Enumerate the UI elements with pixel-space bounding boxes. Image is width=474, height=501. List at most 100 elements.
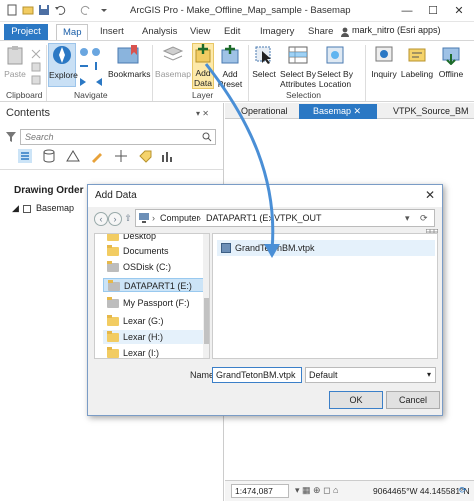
labeling-button[interactable]: Labeling [400, 45, 434, 79]
list-item[interactable]: Desktop [103, 234, 205, 243]
name-label: Name [190, 370, 215, 380]
customize-qat-icon[interactable] [98, 4, 110, 16]
close-tab-icon[interactable]: ✕ [354, 106, 362, 116]
list-item[interactable]: Documents [103, 244, 205, 258]
path-refresh-icon[interactable]: ⟳ [420, 213, 428, 224]
open-icon[interactable] [22, 4, 34, 16]
minimize-button[interactable]: — [394, 0, 420, 22]
list-item[interactable]: Lexar (H:) [103, 330, 205, 344]
tab-insert[interactable]: Insert [94, 24, 130, 40]
select-by-attributes-button[interactable]: Select By Attributes [279, 45, 317, 89]
type-filter-select[interactable]: Default ▾ [305, 367, 436, 383]
list-by-selection-icon[interactable] [66, 149, 80, 163]
folder-tree: Desktop Documents OSDisk (C:) DATAPART1 … [94, 233, 210, 359]
list-by-snapping-icon[interactable] [114, 149, 128, 163]
add-data-dialog: Add Data ✕ ‹ › ⇧ › Computer › DATAPART1 … [87, 184, 443, 416]
contents-search-input[interactable]: Search [20, 129, 216, 145]
list-item[interactable]: Lexar (G:) [103, 314, 205, 328]
folder-icon [107, 315, 119, 326]
select-by-location-button[interactable]: Select By Location [317, 45, 353, 89]
save-icon[interactable] [38, 4, 50, 16]
drive-icon [107, 297, 119, 308]
basemap-icon [162, 46, 184, 61]
tab-operational[interactable]: Operational [227, 104, 297, 119]
explore-icon [53, 46, 71, 64]
tab-vtpk-source-bm[interactable]: VTPK_Source_BM [379, 104, 473, 119]
window-title: ArcGIS Pro - Make_Offline_Map_sample - B… [130, 5, 351, 16]
list-by-drawing-order-icon[interactable] [18, 149, 32, 163]
path-breadcrumb[interactable]: › Computer › DATAPART1 (E:) › VTPK_OUT ▾… [135, 209, 435, 227]
basemap-button[interactable]: Basemap [155, 45, 191, 79]
select-button[interactable]: Select [250, 45, 278, 79]
new-project-icon[interactable] [6, 4, 18, 16]
folder-icon [107, 234, 119, 241]
file-item[interactable]: GrandTetonBM.vtpk [217, 240, 435, 256]
tab-share[interactable]: Share [302, 24, 339, 40]
list-item[interactable]: My Passport (F:) [103, 296, 205, 310]
dialog-close-button[interactable]: ✕ [425, 188, 435, 202]
list-item-selected[interactable]: DATAPART1 (E:) [103, 278, 205, 292]
status-tools-icon[interactable]: ▾ ▦ ⊕ ◻ ⌂ [295, 485, 338, 496]
select-icon [255, 46, 271, 64]
add-data-button[interactable]: Add Data [192, 43, 214, 89]
undo-icon[interactable] [54, 4, 66, 16]
up-button[interactable]: ⇧ [121, 212, 135, 226]
expand-icon[interactable]: ◢ [12, 203, 19, 213]
paste-button[interactable]: Paste [4, 45, 26, 79]
scrollbar[interactable] [203, 234, 209, 358]
refresh-icon[interactable]: ⟳ [459, 485, 467, 496]
ok-button[interactable]: OK [329, 391, 383, 409]
inquiry-button[interactable]: Inquiry [368, 45, 400, 79]
add-preset-button[interactable]: Add Preset [216, 45, 244, 89]
coordinates-readout: 9064465°W 44.145581°N [373, 486, 470, 496]
cancel-button[interactable]: Cancel [386, 391, 440, 409]
scrollbar-thumb[interactable] [204, 298, 209, 344]
file-list: GrandTetonBM.vtpk [212, 233, 438, 359]
tab-imagery[interactable]: Imagery [254, 24, 300, 40]
tab-project[interactable]: Project [4, 24, 48, 40]
toc-layer-basemap[interactable]: ◢ Basemap [12, 203, 74, 214]
forward-button[interactable]: › [108, 212, 122, 226]
redo-icon[interactable] [80, 4, 92, 16]
list-by-data-source-icon[interactable] [42, 149, 56, 163]
close-button[interactable]: ✕ [446, 0, 472, 22]
filter-icon[interactable] [6, 132, 16, 142]
path-segment-drive[interactable]: DATAPART1 (E:) [206, 213, 274, 223]
search-icon[interactable] [202, 132, 212, 142]
add-data-icon [195, 44, 211, 63]
list-by-editing-icon[interactable] [90, 149, 104, 163]
navigate-tools-icon[interactable] [78, 46, 104, 86]
bookmarks-button[interactable]: Bookmarks [108, 45, 151, 79]
view-tabs: Operational Basemap ✕ VTPK_Source_BM [225, 103, 474, 119]
folder-icon [107, 331, 119, 342]
tab-analysis[interactable]: Analysis [136, 24, 183, 40]
back-button[interactable]: ‹ [94, 212, 108, 226]
path-segment-folder[interactable]: VTPK_OUT [274, 213, 322, 223]
select-by-location-icon [326, 46, 344, 64]
maximize-button[interactable]: ☐ [420, 0, 446, 22]
scale-input[interactable]: 1:474,087 [231, 484, 289, 498]
explore-button[interactable]: Explore [48, 43, 78, 87]
group-layer: Layer [192, 90, 214, 100]
user-account[interactable]: mark_nitro (Esri apps) [352, 25, 441, 35]
list-by-charts-icon[interactable] [160, 149, 174, 163]
drawing-order-heading: Drawing Order [14, 185, 84, 196]
layer-visibility-checkbox[interactable] [23, 204, 32, 213]
list-item[interactable]: Lexar (I:) [103, 346, 205, 358]
path-dropdown-icon[interactable]: ▾ [405, 213, 410, 224]
drive-icon [107, 261, 119, 272]
labeling-icon [408, 48, 426, 62]
name-input[interactable]: GrandTetonBM.vtpk [212, 367, 302, 383]
list-item[interactable]: OSDisk (C:) [103, 260, 205, 274]
tab-view[interactable]: View [184, 24, 216, 40]
tab-map[interactable]: Map [56, 24, 89, 40]
user-icon [341, 27, 349, 37]
tab-edit[interactable]: Edit [218, 24, 246, 40]
list-by-labeling-icon[interactable] [138, 149, 152, 163]
title-bar: ArcGIS Pro - Make_Offline_Map_sample - B… [0, 0, 474, 22]
pane-options-icon[interactable]: ▾ ✕ [196, 109, 209, 118]
path-segment-computer[interactable]: Computer [160, 213, 200, 223]
offline-button[interactable]: Offline [434, 45, 468, 79]
tab-basemap[interactable]: Basemap ✕ [299, 104, 377, 119]
chevron-down-icon: ▾ [426, 370, 431, 379]
